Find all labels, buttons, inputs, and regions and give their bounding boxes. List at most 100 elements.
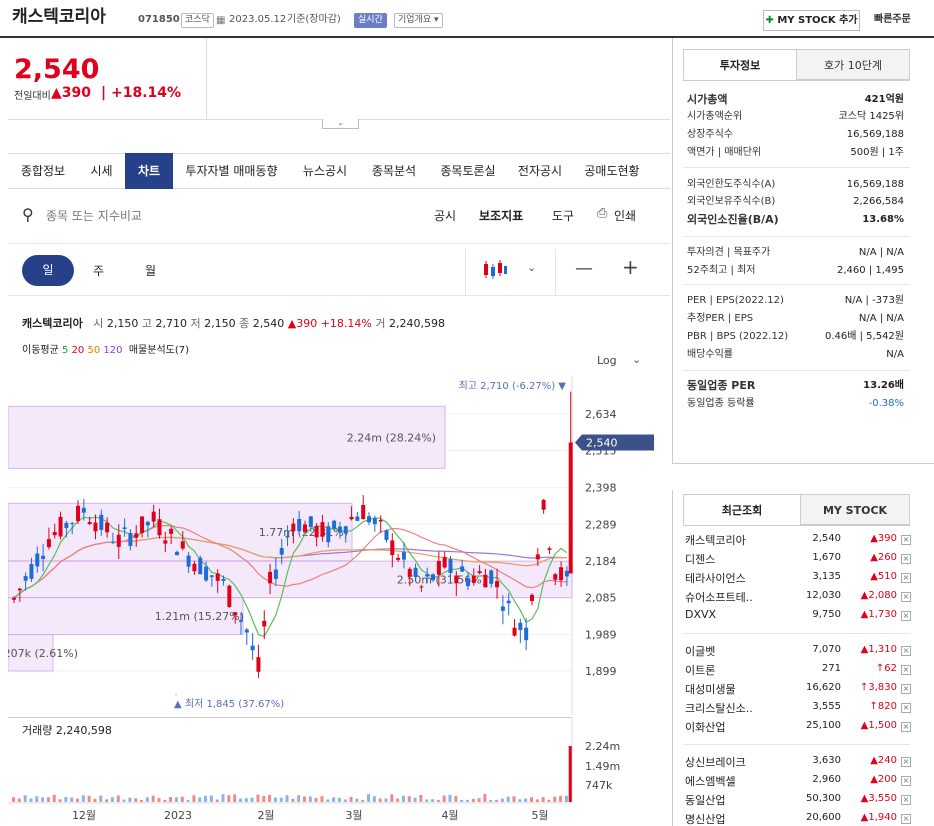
stock-name[interactable]: 에스엠벡셀 (685, 773, 736, 789)
quick-order-link[interactable]: 빠른주문 (874, 11, 911, 29)
recent-stock-row[interactable]: 이화산업 25,100 ▲1,500 × (685, 719, 911, 736)
tab-short-selling[interactable]: 공매도현황 (572, 154, 652, 188)
candle (157, 519, 162, 536)
stock-change: ▲3,550 (860, 793, 897, 804)
tab-discussion[interactable]: 종목토론실 (428, 154, 508, 188)
realtime-badge[interactable]: 실시간 (354, 13, 387, 28)
candle (17, 588, 22, 591)
tab-news[interactable]: 뉴스공시 (290, 154, 360, 188)
remove-icon[interactable]: × (901, 757, 911, 767)
link-print[interactable]: 인쇄 (614, 207, 636, 224)
tab-invest-info[interactable]: 투자정보 (683, 49, 797, 80)
search-input[interactable]: 종목 또는 지수비교 (46, 207, 142, 224)
stock-name[interactable]: 슈어소프트테.. (685, 589, 753, 605)
recent-stock-row[interactable]: 이글벳 7,070 ▲1,310 × (685, 643, 911, 660)
log-chevron-icon[interactable]: ⌄ (632, 353, 641, 366)
recent-stock-row[interactable]: DXVX 9,750 ▲1,730 × (685, 608, 911, 625)
chart-type-chevron-icon[interactable]: ⌄ (527, 261, 536, 274)
candle (419, 586, 424, 588)
stock-name[interactable]: 크리스탈신소.. (685, 700, 753, 716)
remove-icon[interactable]: × (901, 592, 911, 602)
zoom-out-icon[interactable]: — (575, 258, 593, 279)
recent-stock-row[interactable]: 명신산업 20,600 ▲1,940 × (685, 811, 911, 826)
stock-name[interactable]: 이트론 (685, 662, 715, 678)
candle (99, 514, 104, 530)
volume-bar (122, 799, 126, 802)
remove-icon[interactable]: × (901, 722, 911, 732)
company-overview-button[interactable]: 기업개요 ▾ (394, 13, 443, 28)
stock-code: 071850 (138, 14, 180, 25)
remove-icon[interactable]: × (901, 703, 911, 713)
tab-investor[interactable]: 투자자별 매매동향 (173, 154, 290, 188)
remove-icon[interactable]: × (901, 776, 911, 786)
link-disclosure[interactable]: 공시 (434, 207, 456, 224)
stock-name[interactable]: DXVX (685, 608, 716, 621)
candle (297, 518, 302, 532)
stock-price: 9,750 (812, 609, 841, 620)
period-week-button[interactable]: 주 (93, 262, 104, 279)
remove-icon[interactable]: × (901, 665, 911, 675)
stock-name[interactable]: 이글벳 (685, 643, 715, 659)
remove-icon[interactable]: × (901, 554, 911, 564)
divider (683, 744, 910, 745)
price-chart[interactable]: 2,6342,5152,3982,2892,1842,0851,9891,899… (8, 375, 670, 715)
stock-name[interactable]: 대성미생물 (685, 681, 736, 697)
candle (547, 548, 552, 550)
remove-icon[interactable]: × (901, 684, 911, 694)
add-mystock-button[interactable]: ✚ MY STOCK 추가 (763, 10, 860, 31)
zoom-in-icon[interactable]: + (622, 255, 639, 279)
remove-icon[interactable]: × (901, 611, 911, 621)
recent-stock-row[interactable]: 상신브레이크 3,630 ▲240 × (685, 754, 911, 771)
tab-recent[interactable]: 최근조회 (683, 494, 801, 525)
stock-name[interactable]: 테라사이언스 (685, 570, 746, 586)
log-scale-toggle[interactable]: Log (597, 354, 617, 367)
stock-name[interactable]: 이화산업 (685, 719, 725, 735)
volume-bar (238, 798, 242, 802)
candlestick-type-icon[interactable] (482, 259, 508, 281)
recent-stock-row[interactable]: 이트론 271 ↑62 × (685, 662, 911, 679)
remove-icon[interactable]: × (901, 573, 911, 583)
recent-stock-row[interactable]: 테라사이언스 3,135 ▲510 × (685, 570, 911, 587)
recent-stock-row[interactable]: 캐스텍코리아 2,540 ▲390 × (685, 532, 911, 549)
candle (204, 566, 209, 581)
candle (221, 578, 226, 581)
volume-bar (541, 797, 545, 802)
volume-profile-label: 2.24m (28.24%) (347, 431, 436, 444)
tab-analysis[interactable]: 종목분석 (360, 154, 428, 188)
stock-name[interactable]: 명신산업 (685, 811, 725, 826)
tab-chart[interactable]: 차트 (125, 153, 173, 189)
link-tools[interactable]: 도구 (552, 207, 574, 224)
candle (320, 522, 325, 537)
link-indicators[interactable]: 보조지표 (479, 207, 523, 224)
tab-quote[interactable]: 시세 (78, 154, 125, 188)
search-icon[interactable]: ⚲ (22, 205, 34, 224)
tab-orderbook[interactable]: 호가 10단계 (796, 49, 910, 80)
candle (489, 570, 494, 584)
remove-icon[interactable]: × (901, 535, 911, 545)
period-day-button[interactable]: 일 (22, 255, 74, 286)
period-month-button[interactable]: 월 (145, 262, 156, 279)
candle (529, 594, 534, 602)
tab-disclosure[interactable]: 전자공시 (508, 154, 572, 188)
recent-stock-row[interactable]: 디젠스 1,670 ▲260 × (685, 551, 911, 568)
stock-name[interactable]: 디젠스 (685, 551, 715, 567)
recent-stock-row[interactable]: 에스엠벡셀 2,960 ▲200 × (685, 773, 911, 790)
tab-summary[interactable]: 종합정보 (8, 154, 78, 188)
stock-name[interactable]: 동일산업 (685, 792, 725, 808)
volume-y-tick-label: 2.24m (585, 740, 620, 753)
print-icon[interactable]: ⎙ (597, 206, 607, 221)
recent-stock-row[interactable]: 크리스탈신소.. 3,555 ↑820 × (685, 700, 911, 717)
volume-bar (547, 799, 551, 802)
stock-name[interactable]: 상신브레이크 (685, 754, 746, 770)
stock-name[interactable]: 캐스텍코리아 (685, 532, 746, 548)
candle (367, 516, 372, 523)
candle (518, 622, 523, 630)
recent-stock-row[interactable]: 슈어소프트테.. 12,030 ▲2,080 × (685, 589, 911, 606)
remove-icon[interactable]: × (901, 646, 911, 656)
remove-icon[interactable]: × (901, 795, 911, 805)
expand-toggle-icon[interactable]: ⌄ (322, 119, 359, 129)
remove-icon[interactable]: × (901, 814, 911, 824)
tab-mystock[interactable]: MY STOCK (800, 494, 910, 525)
recent-stock-row[interactable]: 동일산업 50,300 ▲3,550 × (685, 792, 911, 809)
recent-stock-row[interactable]: 대성미생물 16,620 ↑3,830 × (685, 681, 911, 698)
